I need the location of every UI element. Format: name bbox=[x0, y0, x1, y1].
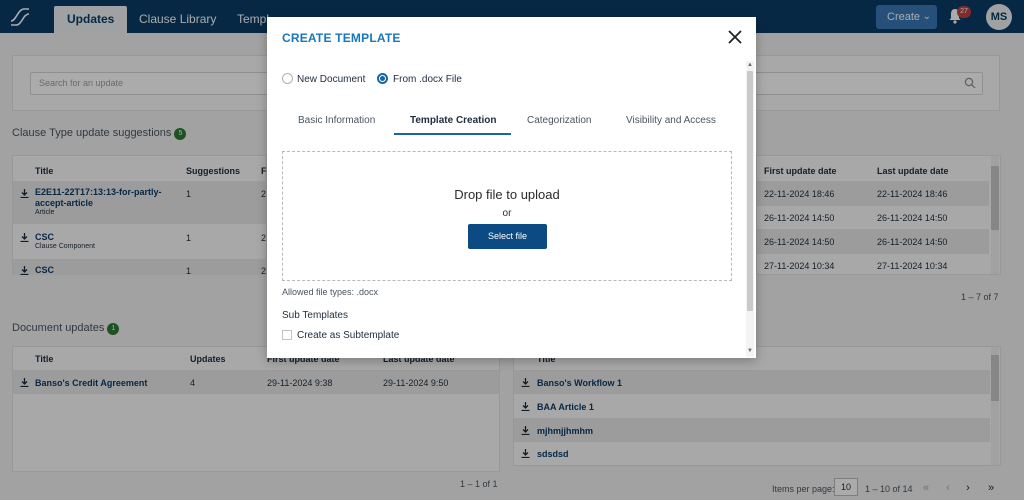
tab-template-creation[interactable]: Template Creation bbox=[410, 115, 497, 126]
active-tab-indicator bbox=[394, 133, 511, 135]
allowed-file-types: Allowed file types: .docx bbox=[282, 287, 379, 297]
scroll-up-icon[interactable]: ▲ bbox=[747, 62, 753, 68]
dialog-scroll-thumb[interactable] bbox=[747, 71, 753, 311]
tab-basic-information[interactable]: Basic Information bbox=[298, 115, 375, 126]
scroll-down-icon[interactable]: ▼ bbox=[747, 348, 753, 354]
close-icon[interactable] bbox=[728, 30, 742, 44]
tab-visibility-and-access[interactable]: Visibility and Access bbox=[626, 115, 716, 126]
or-text: or bbox=[502, 208, 512, 219]
radio-from-docx-label[interactable]: From .docx File bbox=[393, 74, 462, 85]
tab-categorization[interactable]: Categorization bbox=[527, 115, 591, 126]
create-template-dialog: CREATE TEMPLATE New Document From .docx … bbox=[267, 17, 756, 358]
create-as-subtemplate-label[interactable]: Create as Subtemplate bbox=[297, 330, 399, 341]
drop-file-text: Drop file to upload bbox=[454, 187, 560, 202]
sub-templates-heading: Sub Templates bbox=[282, 310, 348, 321]
select-file-button[interactable]: Select file bbox=[468, 224, 547, 249]
radio-from-docx[interactable] bbox=[377, 73, 388, 84]
dialog-title: CREATE TEMPLATE bbox=[282, 31, 401, 45]
radio-new-document[interactable] bbox=[282, 73, 293, 84]
create-as-subtemplate-checkbox[interactable] bbox=[282, 330, 292, 340]
radio-new-document-label[interactable]: New Document bbox=[297, 74, 365, 85]
file-dropzone[interactable]: Drop file to upload or Select file bbox=[282, 151, 732, 281]
